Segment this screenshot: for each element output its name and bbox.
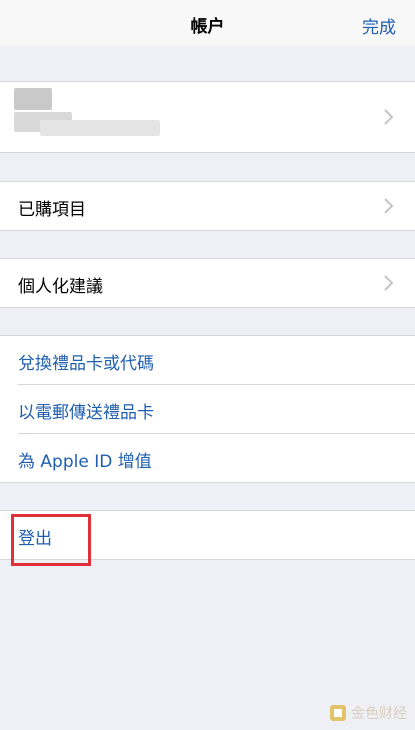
done-button[interactable]: 完成	[362, 13, 396, 38]
watermark-text: 金色财经	[351, 706, 407, 722]
page-title: 帳户	[190, 17, 225, 37]
row-divider	[18, 384, 415, 385]
chevron-right-icon	[384, 109, 394, 125]
purchased-cell[interactable]: 已購項目	[0, 181, 415, 231]
purchased-label: 已購項目	[18, 200, 86, 220]
add-funds-link[interactable]: 為 Apple ID 增值	[18, 447, 152, 472]
send-gift-card-link[interactable]: 以電郵傳送禮品卡	[18, 398, 154, 423]
profile-cell[interactable]	[0, 81, 415, 153]
annotation-highlight-box	[11, 514, 91, 566]
redeem-gift-card-link[interactable]: 兌換禮品卡或代碼	[18, 349, 154, 374]
personalized-recommendations-label: 個人化建議	[18, 277, 103, 297]
chevron-right-icon	[384, 198, 394, 214]
navigation-bar: 帳户 完成	[0, 0, 415, 46]
watermark-logo-icon	[330, 705, 346, 721]
personalized-recommendations-cell[interactable]: 個人化建議	[0, 258, 415, 308]
blurred-email	[40, 120, 160, 136]
blurred-avatar	[14, 88, 52, 110]
chevron-right-icon	[384, 275, 394, 291]
row-divider	[18, 433, 415, 434]
gift-card-group: 兌換禮品卡或代碼 以電郵傳送禮品卡 為 Apple ID 增值	[0, 335, 415, 483]
watermark: 金色财经	[329, 702, 407, 724]
